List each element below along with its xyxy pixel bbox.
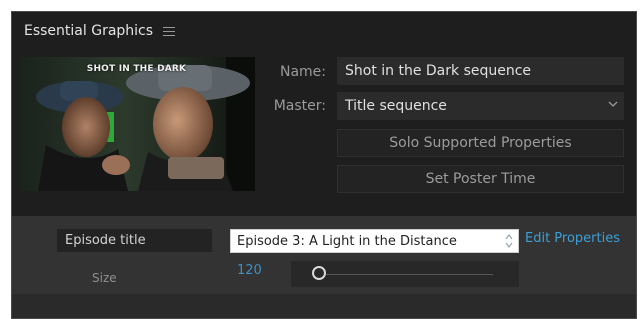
panel-title: Essential Graphics	[24, 23, 154, 39]
name-field[interactable]: Shot in the Dark sequence	[337, 57, 624, 85]
panel-header: Essential Graphics	[12, 12, 636, 50]
solo-supported-properties-button[interactable]: Solo Supported Properties	[337, 129, 624, 157]
spinner-arrows-icon[interactable]	[504, 232, 514, 250]
chevron-down-icon	[608, 101, 618, 107]
master-dropdown-value: Title sequence	[345, 98, 447, 114]
size-label: Size	[92, 271, 117, 285]
poster-thumbnail: SHOT IN THE DARK	[18, 57, 255, 191]
poster-caption: SHOT IN THE DARK	[86, 64, 187, 74]
episode-title-input[interactable]: Episode 3: A Light in the Distance	[230, 229, 519, 253]
hamburger-menu-icon[interactable]	[163, 26, 177, 36]
size-slider[interactable]	[291, 261, 519, 287]
size-slider-knob[interactable]	[312, 266, 326, 280]
essential-graphics-panel: Essential Graphics SHOT IN THE DARK Name…	[11, 11, 637, 319]
name-label: Name:	[279, 64, 326, 80]
master-dropdown[interactable]: Title sequence	[337, 92, 624, 120]
episode-title-label: Episode title	[57, 229, 212, 252]
size-value[interactable]: 120	[237, 263, 262, 278]
poster-image	[18, 57, 255, 191]
panel-footer	[12, 294, 636, 318]
set-poster-time-button[interactable]: Set Poster Time	[337, 165, 624, 193]
episode-title-value: Episode 3: A Light in the Distance	[237, 233, 457, 249]
size-slider-track[interactable]	[325, 274, 493, 275]
master-label: Master:	[273, 98, 326, 114]
edit-properties-link[interactable]: Edit Properties	[525, 231, 620, 246]
